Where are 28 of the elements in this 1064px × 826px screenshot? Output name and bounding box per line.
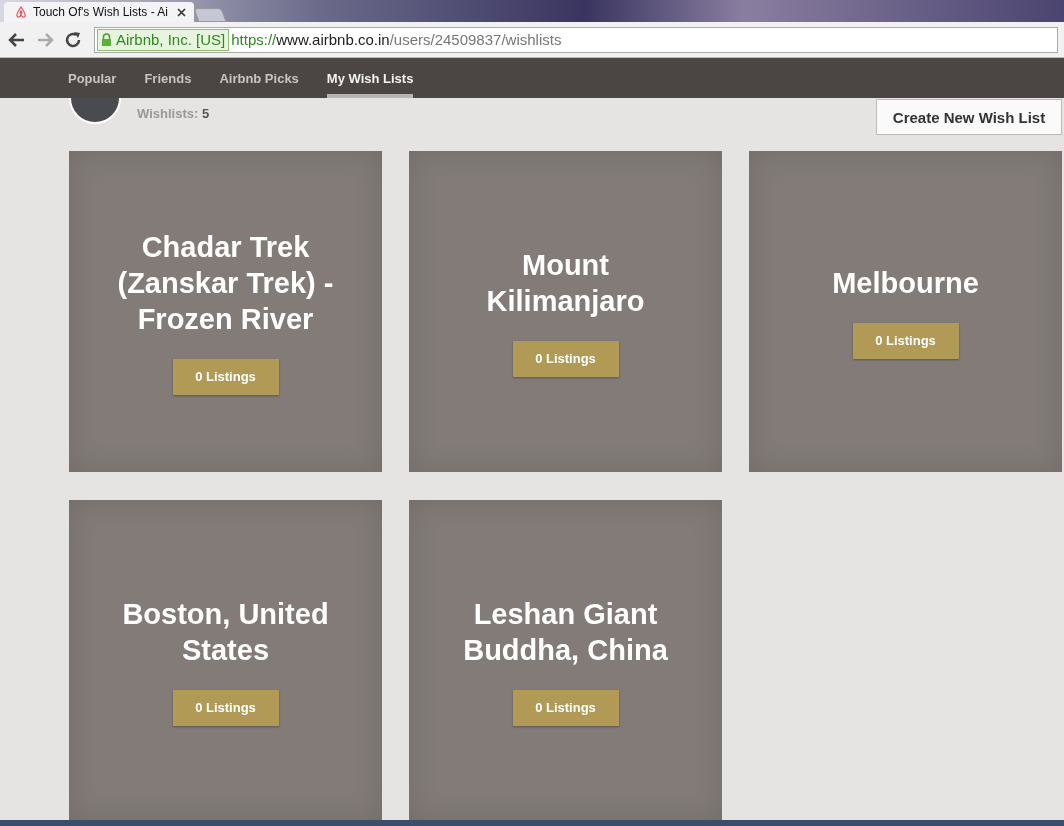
new-tab-button[interactable]	[193, 8, 227, 22]
logo-icon	[14, 5, 28, 19]
listings-button[interactable]: 0 Listings	[852, 322, 959, 359]
browser-tab[interactable]: Touch Of's Wish Lists - Ai	[4, 2, 194, 22]
listings-button[interactable]: 0 Listings	[172, 689, 279, 726]
listings-button[interactable]: 0 Listings	[512, 340, 619, 377]
create-wishlist-button[interactable]: Create New Wish List	[876, 99, 1062, 135]
wishlist-title: Mount Kilimanjaro	[485, 247, 646, 319]
wishlist-title: Leshan Giant Buddha, China	[462, 596, 669, 668]
wishlist-card[interactable]: Melbourne 0 Listings	[749, 151, 1062, 472]
nav-tab[interactable]: My Wish Lists	[326, 62, 414, 98]
listings-button[interactable]: 0 Listings	[172, 358, 279, 395]
nav-tab[interactable]: Friends	[144, 62, 192, 98]
close-icon[interactable]	[177, 7, 186, 17]
wishlist-count: Wishlists: 5	[137, 106, 210, 121]
wishlist-card[interactable]: Chadar Trek (Zanskar Trek) - Frozen River 0 Listings	[69, 151, 382, 472]
nav-tab[interactable]: Airbnb Picks	[219, 62, 299, 98]
nav-tab[interactable]: Popular	[68, 62, 117, 98]
listings-button[interactable]: 0 Listings	[512, 689, 619, 726]
wishlist-title: Chadar Trek (Zanskar Trek) - Frozen River	[116, 229, 335, 337]
wishlist-card[interactable]: Boston, United States 0 Listings	[69, 500, 382, 820]
address-bar[interactable]: Airbnb, Inc. [US] https://www.airbnb.co.in/users/24509837/wishlists	[94, 26, 1058, 53]
wishlist-title: Melbourne	[831, 265, 980, 301]
lock-icon	[101, 32, 112, 47]
wishlist-card[interactable]: Leshan Giant Buddha, China 0 Listings	[409, 500, 722, 820]
site-identity: Airbnb, Inc. [US]	[97, 28, 230, 51]
wishlist-card[interactable]: Mount Kilimanjaro 0 Listings	[409, 151, 722, 472]
wishlist-title: Boston, United States	[121, 596, 330, 668]
